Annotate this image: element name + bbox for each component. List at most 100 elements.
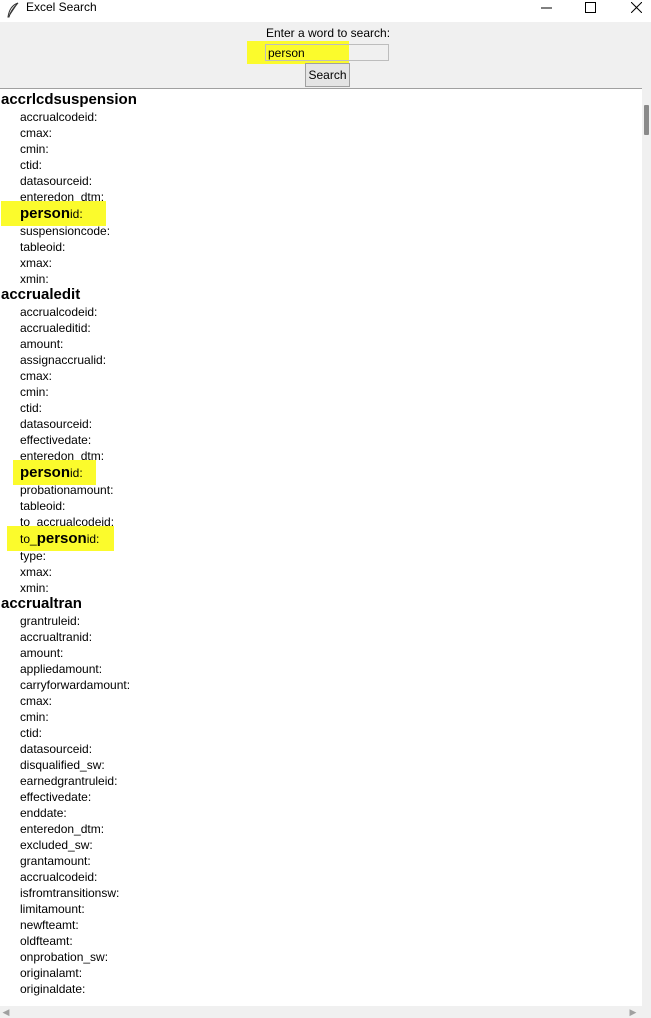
field-text: earnedgrantruleid: <box>20 774 118 788</box>
field-row: ctid: <box>20 157 42 173</box>
search-input[interactable] <box>265 44 389 61</box>
field-row: datasourceid: <box>20 741 92 757</box>
field-row: probationamount: <box>20 482 113 498</box>
field-text: excluded_sw: <box>20 838 93 852</box>
maximize-button[interactable] <box>575 0 605 14</box>
field-text: accrualcodeid: <box>20 110 98 124</box>
field-row: personid: <box>20 465 83 481</box>
field-row: cmax: <box>20 368 52 384</box>
field-text: datasourceid: <box>20 417 93 431</box>
field-text: cmin: <box>20 142 49 156</box>
field-text-suffix: id: <box>70 207 83 221</box>
field-row: cmin: <box>20 384 49 400</box>
field-text: xmin: <box>20 272 49 286</box>
feather-icon <box>7 2 19 18</box>
field-row: newfteamt: <box>20 917 79 933</box>
field-text: newfteamt: <box>20 918 79 932</box>
field-row: cmax: <box>20 125 52 141</box>
field-text: cmax: <box>20 126 53 140</box>
field-text: originalamt: <box>20 966 83 980</box>
field-row: assignaccrualid: <box>20 352 106 368</box>
window-title: Excel Search <box>26 0 97 14</box>
field-row: to_personid: <box>20 531 99 547</box>
field-row: enteredon_dtm: <box>20 821 104 837</box>
field-text: carryforwardamount: <box>20 678 131 692</box>
field-row: xmax: <box>20 255 52 271</box>
field-text-suffix: id: <box>86 532 100 546</box>
close-button[interactable] <box>621 0 651 14</box>
field-row: originalamt: <box>20 965 82 981</box>
field-row: cmin: <box>20 709 49 725</box>
field-text: effectivedate: <box>20 790 92 804</box>
field-row: grantruleid: <box>20 613 80 629</box>
field-row: accrualtranid: <box>20 629 92 645</box>
field-row: suspensioncode: <box>20 223 110 239</box>
scroll-right-arrow-icon[interactable]: ▶ <box>627 1006 639 1018</box>
field-row: amount: <box>20 645 63 661</box>
vertical-scroll-thumb[interactable] <box>644 105 649 135</box>
field-row: enddate: <box>20 805 67 821</box>
field-row: cmax: <box>20 693 52 709</box>
field-match-text: person <box>36 530 87 547</box>
field-row: ctid: <box>20 400 42 416</box>
field-row: onprobation_sw: <box>20 949 108 965</box>
field-row: accrualcodeid: <box>20 109 97 125</box>
field-text: accrualeditid: <box>20 321 91 335</box>
field-row: type: <box>20 548 46 564</box>
field-text: datasourceid: <box>20 174 93 188</box>
field-row: grantamount: <box>20 853 91 869</box>
search-button[interactable]: Search <box>305 63 350 87</box>
field-text: cmax: <box>20 369 53 383</box>
search-label: Enter a word to search: <box>265 26 391 40</box>
field-row: xmin: <box>20 580 49 596</box>
field-text: xmin: <box>20 581 49 595</box>
field-row: isfromtransitionsw: <box>20 885 119 901</box>
field-text: ctid: <box>20 726 43 740</box>
field-row: xmin: <box>20 271 49 287</box>
field-row: accrualcodeid: <box>20 869 97 885</box>
field-row: cmin: <box>20 141 49 157</box>
field-text: datasourceid: <box>20 742 93 756</box>
field-row: effectivedate: <box>20 789 91 805</box>
field-text: accrualcodeid: <box>20 870 98 884</box>
horizontal-scrollbar[interactable]: ◀ ▶ <box>0 1006 651 1018</box>
field-row: tableoid: <box>20 498 65 514</box>
field-text: type: <box>20 549 47 563</box>
field-text: amount: <box>20 646 64 660</box>
field-text: tableoid: <box>20 499 66 513</box>
field-match-text: person <box>20 464 71 481</box>
field-row: ctid: <box>20 725 42 741</box>
field-row: xmax: <box>20 564 52 580</box>
table-name: accrualedit <box>1 286 81 303</box>
field-text: enddate: <box>20 806 67 820</box>
field-text: cmin: <box>20 385 49 399</box>
scroll-left-arrow-icon[interactable]: ◀ <box>0 1006 12 1018</box>
field-text: accrualcodeid: <box>20 305 98 319</box>
field-row: disqualified_sw: <box>20 757 105 773</box>
field-row: excluded_sw: <box>20 837 93 853</box>
field-row: datasourceid: <box>20 173 92 189</box>
field-row: effectivedate: <box>20 432 91 448</box>
field-row: earnedgrantruleid: <box>20 773 117 789</box>
field-text: effectivedate: <box>20 433 92 447</box>
field-text: tableoid: <box>20 240 66 254</box>
field-row: appliedamount: <box>20 661 102 677</box>
field-row: personid: <box>20 206 83 222</box>
field-text: grantruleid: <box>20 614 81 628</box>
field-row: amount: <box>20 336 63 352</box>
search-panel: Enter a word to search: Search <box>0 22 651 88</box>
vertical-scrollbar[interactable] <box>642 88 651 1006</box>
field-match-text: person <box>20 205 71 222</box>
field-row: accrualcodeid: <box>20 304 97 320</box>
field-text: onprobation_sw: <box>20 950 109 964</box>
minimize-icon <box>540 7 552 8</box>
maximize-icon <box>584 1 596 13</box>
field-text: cmin: <box>20 710 49 724</box>
field-row: limitamount: <box>20 901 85 917</box>
field-text: disqualified_sw: <box>20 758 105 772</box>
field-text: limitamount: <box>20 902 85 916</box>
minimize-button[interactable] <box>531 0 561 14</box>
field-row: originaldate: <box>20 981 85 997</box>
field-text: probationamount: <box>20 483 114 497</box>
table-name: accrualtran <box>1 595 82 612</box>
